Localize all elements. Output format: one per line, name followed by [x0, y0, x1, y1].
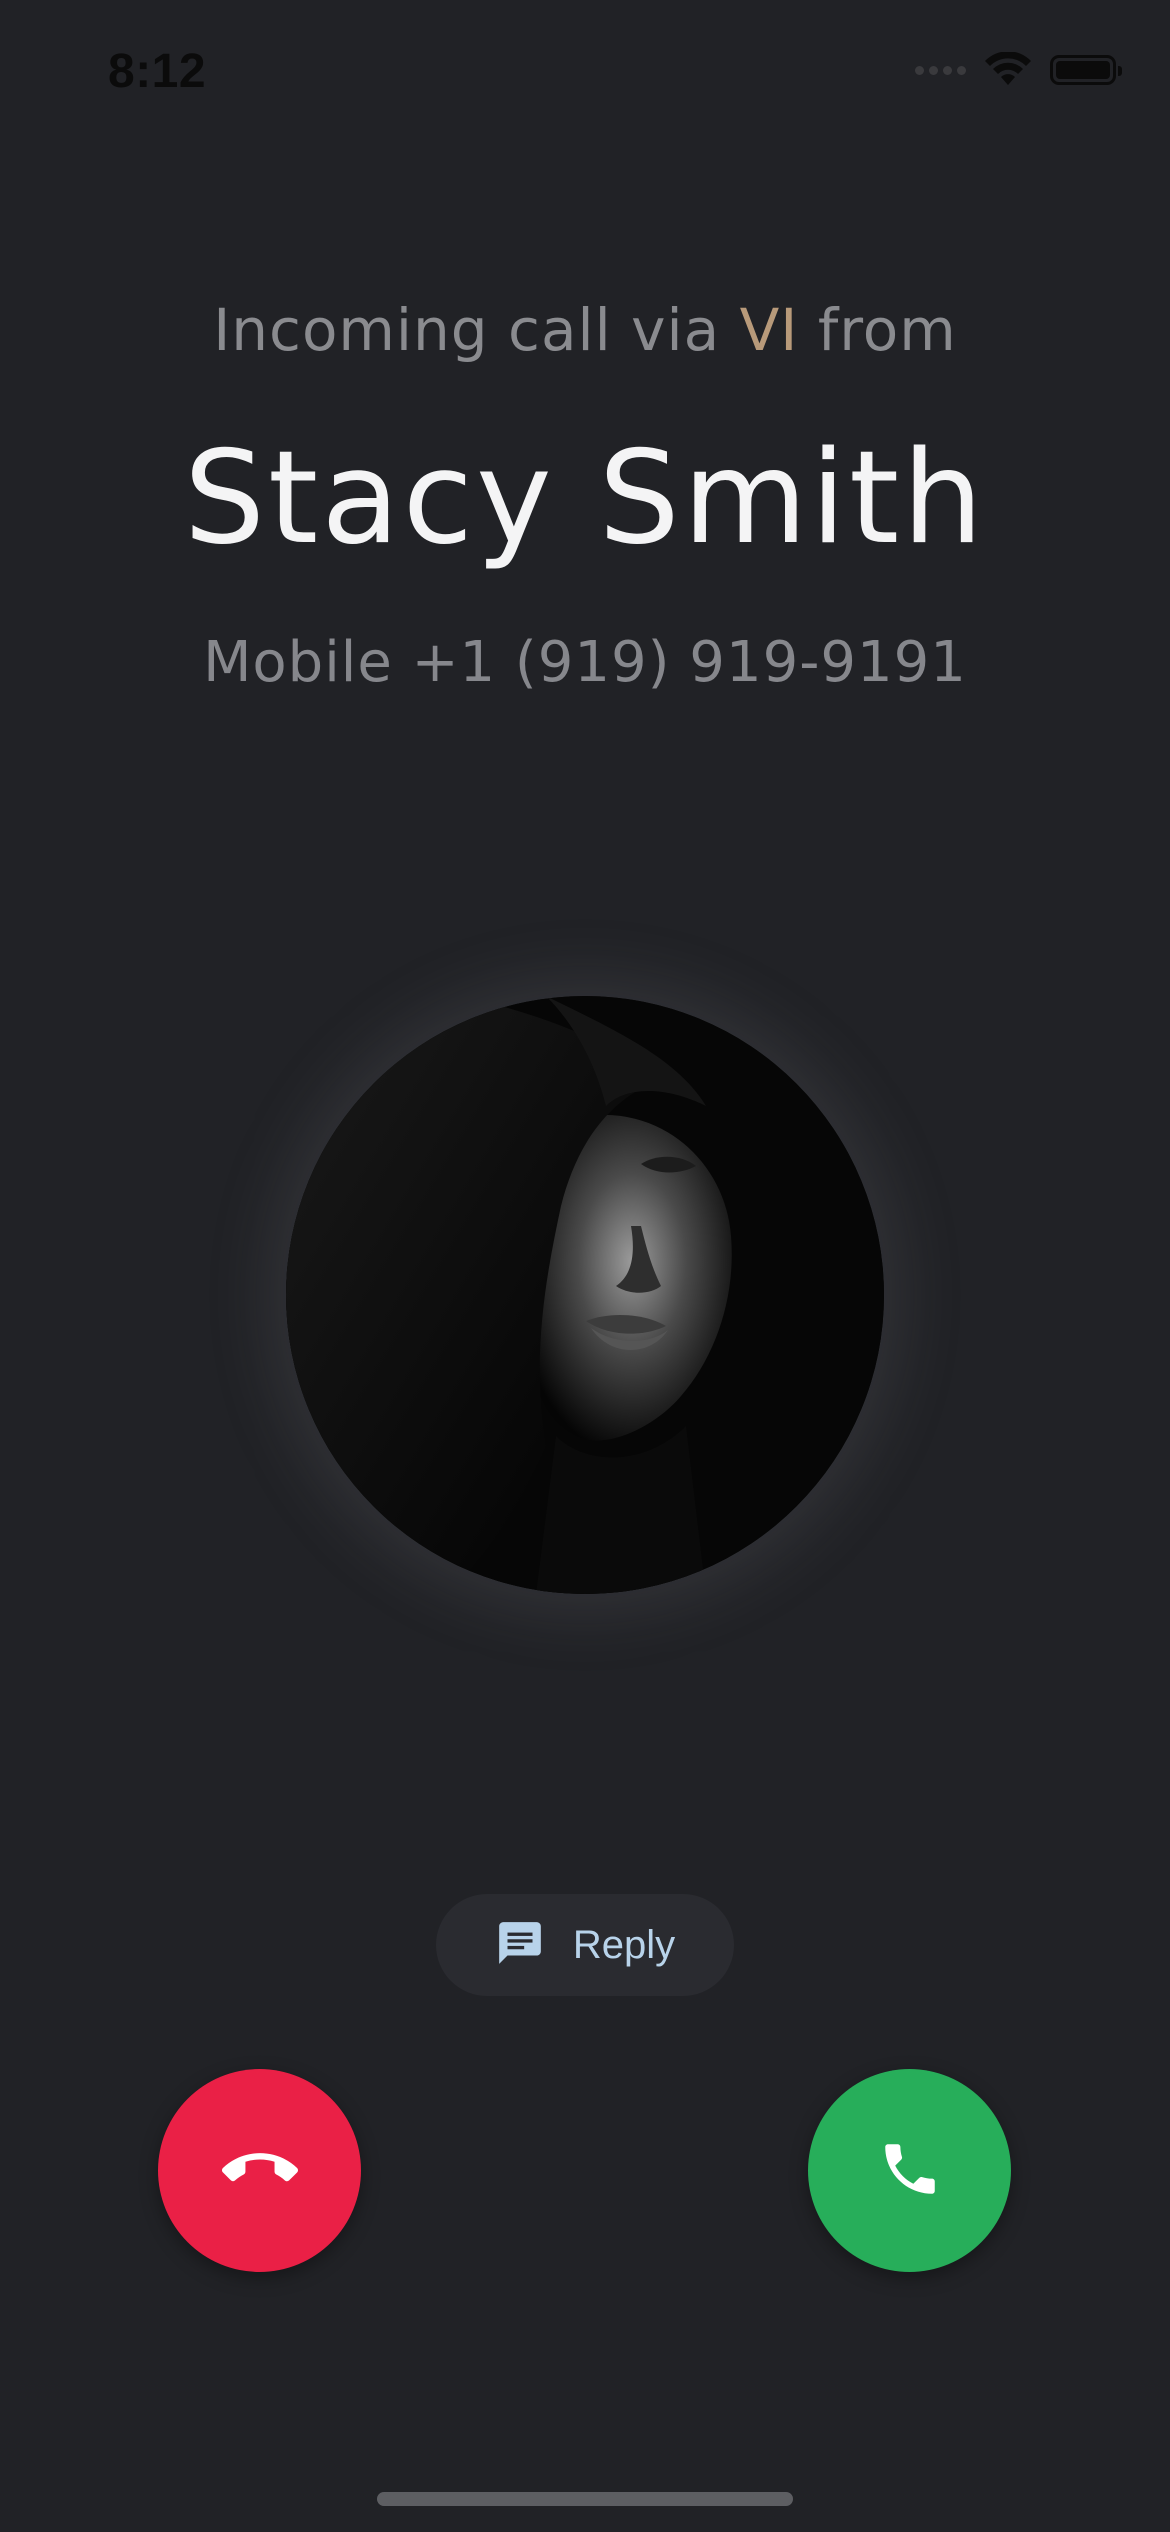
home-indicator[interactable] — [377, 2492, 793, 2506]
wifi-icon — [984, 52, 1032, 88]
status-time: 8:12 — [108, 45, 207, 98]
reply-label: Reply — [572, 1922, 676, 1967]
hang-up-icon — [221, 2131, 298, 2211]
caller-avatar — [286, 996, 884, 1594]
accept-call-button[interactable] — [808, 2069, 1011, 2272]
battery-icon — [1050, 55, 1122, 85]
decline-call-button[interactable] — [158, 2069, 361, 2272]
phone-icon — [877, 2136, 943, 2206]
incoming-suffix: from — [817, 296, 957, 364]
incoming-call-label: Incoming call via VI from — [0, 296, 1170, 364]
signal-dots-icon — [915, 65, 966, 75]
message-icon — [495, 1918, 545, 1972]
status-icons — [915, 52, 1122, 88]
caller-name: Stacy Smith — [183, 424, 987, 573]
reply-button[interactable]: Reply — [436, 1894, 734, 1996]
carrier-name: VI — [739, 296, 799, 364]
incoming-prefix: Incoming call via — [213, 296, 721, 364]
caller-number: Mobile +1 (919) 919-9191 — [203, 630, 967, 695]
